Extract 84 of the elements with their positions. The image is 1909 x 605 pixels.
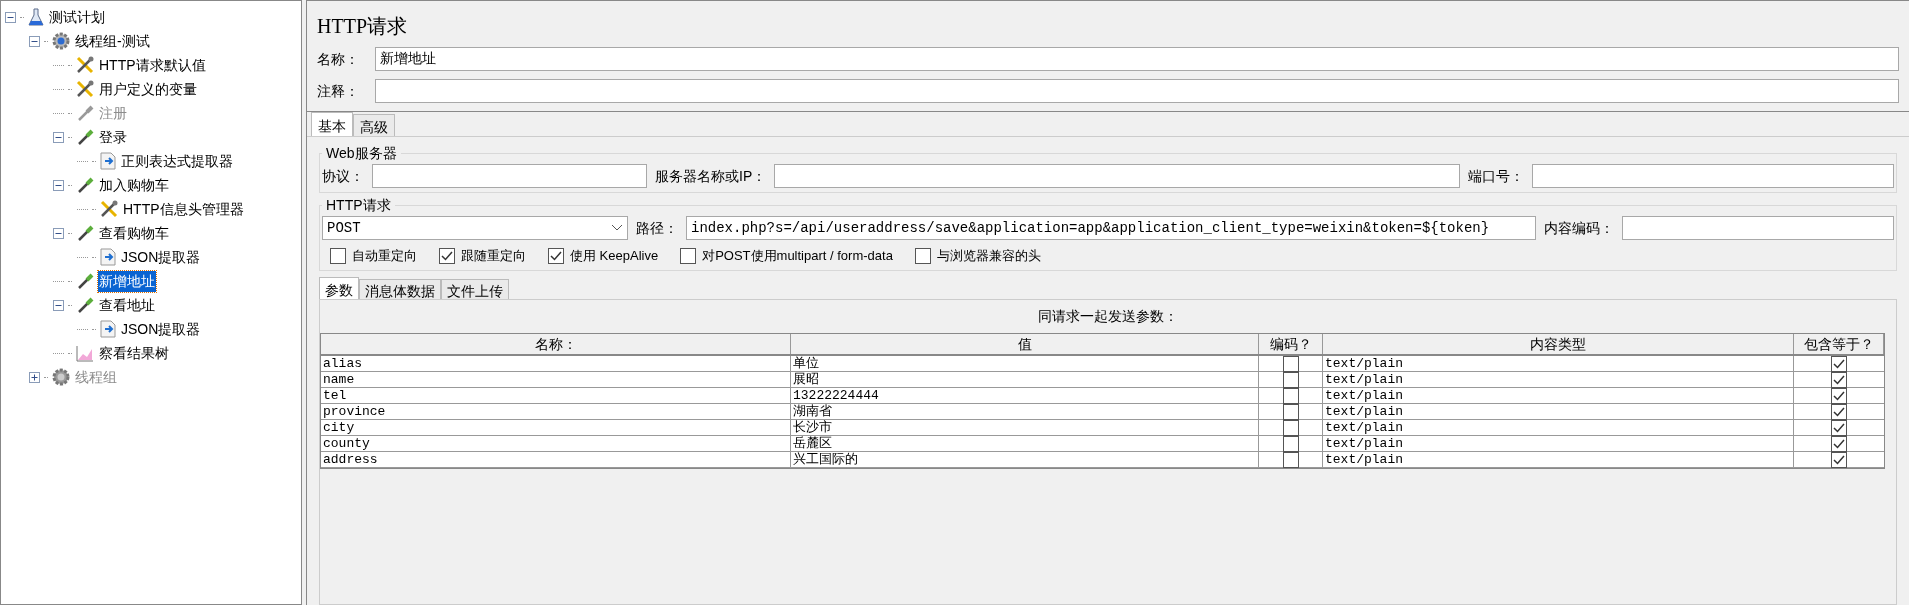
checkbox[interactable] [914,247,931,264]
collapse-icon[interactable] [29,35,40,47]
table-cell: county [321,435,791,451]
gear-icon [52,368,70,386]
table-cell: 单位 [791,355,1259,371]
table-cell: text/plain [1323,403,1794,419]
table-cell: text/plain [1323,387,1794,403]
tab[interactable]: 基本 [311,112,353,136]
name-field[interactable]: 新增地址 [375,47,1899,71]
column-header[interactable]: 名称： [321,333,791,354]
field-label: 服务器名称或IP： [655,166,767,186]
checkbox[interactable] [548,247,564,264]
table-cell: 岳麓区 [791,435,1259,451]
table-cell: 兴工国际的 [791,451,1259,467]
column-header[interactable]: 值 [791,333,1259,354]
tab[interactable]: 消息体数据 [359,278,441,299]
table-cell: 湖南省 [791,403,1259,419]
column-header[interactable]: 内容类型 [1323,333,1794,354]
tab[interactable]: 参数 [319,276,359,299]
pipette-icon [76,128,94,146]
wrench-screwdriver-icon [76,80,94,98]
gear-icon [52,32,70,50]
table-cell: 13222224444 [791,387,1259,403]
table-cell: tel [321,387,791,403]
checkbox-label: 使用 KeepAlive [570,247,659,265]
checkbox-label: 跟随重定向 [461,247,526,265]
collapse-icon[interactable] [53,179,64,191]
document-arrow-icon [100,320,116,338]
field-label: 路径： [636,218,678,238]
checkbox-label: 与浏览器兼容的头 [936,247,1041,265]
pipette-icon [76,176,94,194]
comment-field[interactable] [375,79,1899,103]
checkbox[interactable] [680,247,697,264]
pipette-icon [76,296,94,314]
checkbox[interactable] [330,247,346,264]
port-field[interactable] [1532,164,1894,188]
wrench-screwdriver-icon [76,56,94,74]
table-cell: name [321,371,791,387]
collapse-icon[interactable] [53,227,64,239]
table-cell: text/plain [1323,419,1794,435]
group-title: HTTP请求 [325,196,392,215]
field-label: 协议： [322,166,364,186]
panel-title: HTTP请求 [316,14,408,39]
column-header[interactable]: 包含等于？ [1794,333,1884,354]
path-field[interactable]: index.php?s=/api/useraddress/save&application=app&application_client_type=weixin&token=${token} [686,216,1536,240]
method-dropdown[interactable]: POST [322,216,628,240]
checkbox-label: 自动重定向 [352,247,417,265]
collapse-icon[interactable] [53,299,64,311]
server-field[interactable] [774,164,1460,188]
document-arrow-icon [100,152,116,170]
pipette-icon [76,224,94,242]
table-cell: alias [321,355,791,371]
pipette-icon [76,104,94,122]
pipette-icon [76,272,94,290]
collapse-icon[interactable] [5,11,16,23]
column-header[interactable]: 编码？ [1259,333,1323,354]
flask-icon [28,8,44,26]
table-cell: text/plain [1323,355,1794,371]
encoding-field[interactable] [1622,216,1894,240]
table-cell: text/plain [1323,451,1794,467]
group-title: Web服务器 [325,144,398,163]
wrench-screwdriver-icon [100,200,118,218]
tab[interactable]: 高级 [353,114,395,136]
table-cell: address [321,451,791,467]
tree-item[interactable]: 新增地址 [98,270,156,292]
collapse-icon[interactable] [53,131,64,143]
document-arrow-icon [100,248,116,266]
table-cell: 展昭 [791,371,1259,387]
tab[interactable]: 文件上传 [441,278,509,299]
chart-icon [76,344,94,362]
protocol-field[interactable] [372,164,647,188]
table-caption: 同请求一起发送参数： [1037,306,1179,326]
table-cell: text/plain [1323,371,1794,387]
chevron-down-icon [611,224,623,232]
field-label: 内容编码： [1544,218,1614,238]
field-label: 名称： [317,49,360,69]
checkbox[interactable] [439,247,455,264]
table-cell: city [321,419,791,435]
field-label: 注释： [317,81,360,101]
table-cell: 长沙市 [791,419,1259,435]
table-cell: text/plain [1323,435,1794,451]
checkbox-label: 对POST使用multipart / form-data [702,247,893,265]
field-label: 端口号： [1468,166,1524,186]
table-cell: province [321,403,791,419]
